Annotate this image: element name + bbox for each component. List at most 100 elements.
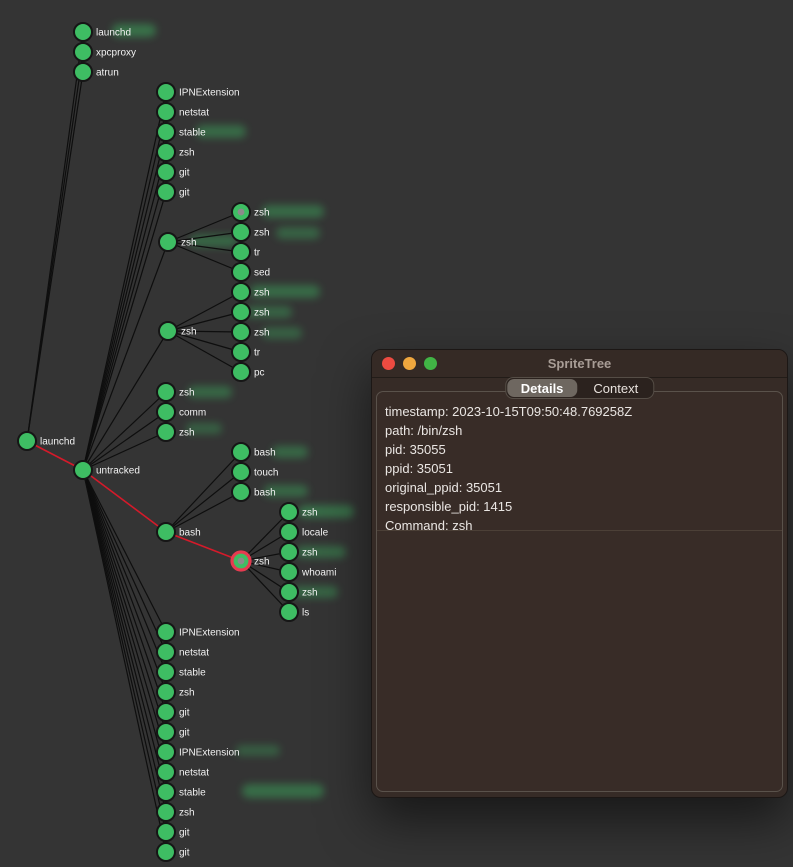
node-circle[interactable] [232, 243, 250, 261]
node-circle[interactable] [157, 703, 175, 721]
tab-bar: Details Context [505, 377, 654, 399]
node-circle[interactable] [232, 483, 250, 501]
tree-node-zsh[interactable]: zsh [157, 683, 195, 701]
tab-context[interactable]: Context [579, 379, 652, 397]
node-circle[interactable] [280, 583, 298, 601]
node-circle[interactable] [232, 303, 250, 321]
window-title: SpriteTree [372, 356, 787, 371]
tree-node-touch[interactable]: touch [232, 463, 278, 481]
node-label: zsh [302, 508, 318, 519]
tree-node-zsh[interactable]: zsh [159, 233, 197, 251]
tree-node-locale[interactable]: locale [280, 523, 329, 541]
node-circle[interactable] [280, 543, 298, 561]
tree-node-tr[interactable]: tr [232, 343, 261, 361]
tree-node-IPNExtension[interactable]: IPNExtension [157, 83, 240, 101]
tree-node-sed[interactable]: sed [232, 263, 270, 281]
tree-node-zsh[interactable]: zsh [157, 383, 195, 401]
node-circle[interactable] [157, 523, 175, 541]
node-circle[interactable] [157, 723, 175, 741]
tree-node-tr[interactable]: tr [232, 243, 261, 261]
node-circle[interactable] [232, 343, 250, 361]
node-circle[interactable] [232, 443, 250, 461]
node-circle[interactable] [280, 503, 298, 521]
tree-edge [83, 470, 166, 832]
node-circle[interactable] [157, 763, 175, 781]
node-circle[interactable] [157, 783, 175, 801]
node-circle[interactable] [157, 383, 175, 401]
tree-node-git[interactable]: git [157, 183, 190, 201]
node-circle[interactable] [280, 603, 298, 621]
node-circle[interactable] [157, 183, 175, 201]
tree-node-zsh[interactable]: zsh [232, 303, 270, 321]
tree-node-git[interactable]: git [157, 723, 190, 741]
tree-node-zsh[interactable]: zsh [232, 223, 270, 241]
tree-node-IPNExtension[interactable]: IPNExtension [157, 623, 240, 641]
node-circle[interactable] [157, 803, 175, 821]
tree-node-zsh[interactable]: zsh [157, 143, 195, 161]
node-label: zsh [254, 308, 270, 319]
tree-node-zsh[interactable]: zsh [280, 543, 318, 561]
node-circle[interactable] [232, 363, 250, 381]
node-circle[interactable] [74, 23, 92, 41]
node-circle[interactable] [157, 683, 175, 701]
node-circle[interactable] [74, 43, 92, 61]
node-circle[interactable] [157, 643, 175, 661]
tree-edge [168, 331, 241, 332]
tree-node-netstat[interactable]: netstat [157, 103, 209, 121]
node-circle[interactable] [157, 83, 175, 101]
window-titlebar[interactable]: SpriteTree [372, 350, 787, 378]
node-circle[interactable] [157, 163, 175, 181]
tab-details[interactable]: Details [507, 379, 578, 397]
tree-node-atrun[interactable]: atrun [74, 63, 119, 81]
node-circle[interactable] [157, 623, 175, 641]
node-circle[interactable] [157, 103, 175, 121]
node-circle[interactable] [232, 263, 250, 281]
node-circle[interactable] [157, 823, 175, 841]
tree-node-netstat[interactable]: netstat [157, 763, 209, 781]
tree-node-xpcproxy[interactable]: xpcproxy [74, 43, 136, 61]
node-circle[interactable] [280, 523, 298, 541]
node-circle[interactable] [18, 432, 36, 450]
node-circle[interactable] [232, 463, 250, 481]
node-circle[interactable] [159, 322, 177, 340]
tree-node-stable[interactable]: stable [157, 663, 206, 681]
tree-node-git[interactable]: git [157, 823, 190, 841]
tree-node-launchd[interactable]: launchd [18, 432, 75, 450]
tree-node-stable[interactable]: stable [157, 123, 206, 141]
tree-node-whoami[interactable]: whoami [280, 563, 336, 581]
tree-node-untracked[interactable]: untracked [74, 461, 140, 479]
tree-node-comm[interactable]: comm [157, 403, 206, 421]
node-circle[interactable] [74, 63, 92, 81]
tree-node-ls[interactable]: ls [280, 603, 309, 621]
tab-details-label: Details [521, 381, 564, 396]
tree-node-zsh[interactable]: zsh [157, 803, 195, 821]
node-circle[interactable] [157, 843, 175, 861]
node-label: netstat [179, 108, 209, 119]
node-circle[interactable] [157, 123, 175, 141]
tree-node-git[interactable]: git [157, 703, 190, 721]
node-circle[interactable] [232, 283, 250, 301]
node-circle[interactable] [232, 223, 250, 241]
node-circle[interactable] [157, 423, 175, 441]
tree-node-zsh[interactable]: zsh [280, 583, 318, 601]
tree-node-zsh[interactable]: zsh [232, 323, 270, 341]
node-circle[interactable] [159, 233, 177, 251]
tree-node-netstat[interactable]: netstat [157, 643, 209, 661]
tree-node-bash[interactable]: bash [232, 443, 276, 461]
tree-node-git[interactable]: git [157, 843, 190, 861]
node-circle[interactable] [74, 461, 92, 479]
tree-node-IPNExtension[interactable]: IPNExtension [157, 743, 240, 761]
node-circle[interactable] [157, 663, 175, 681]
node-circle[interactable] [157, 403, 175, 421]
detail-pid: pid: 35055 [385, 440, 774, 459]
node-label: pc [254, 368, 265, 379]
node-circle[interactable] [280, 563, 298, 581]
node-circle[interactable] [232, 323, 250, 341]
tree-node-zsh[interactable]: zsh [232, 203, 270, 221]
node-circle[interactable] [157, 143, 175, 161]
node-circle[interactable] [157, 743, 175, 761]
tree-node-pc[interactable]: pc [232, 363, 265, 381]
node-label: zsh [179, 688, 195, 699]
tree-node-stable[interactable]: stable [157, 783, 206, 801]
tree-node-git[interactable]: git [157, 163, 190, 181]
